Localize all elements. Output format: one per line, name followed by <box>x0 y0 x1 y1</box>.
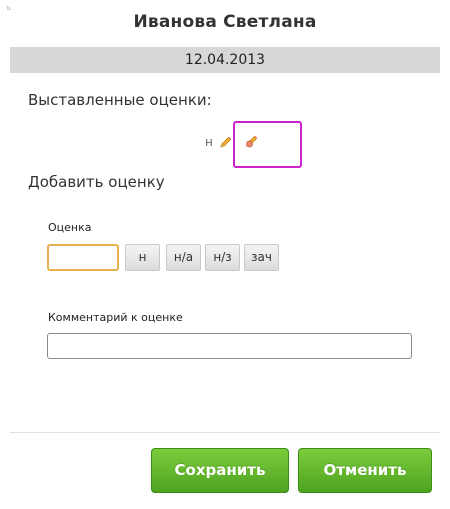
student-name: Иванова Светлана <box>133 12 317 32</box>
existing-grade-item: н <box>205 133 232 151</box>
cancel-button[interactable]: Отменить <box>298 448 432 493</box>
comment-input[interactable] <box>47 333 412 359</box>
grade-option-na-button[interactable]: н/а <box>166 244 201 271</box>
comment-field-label: Комментарий к оценке <box>48 311 183 324</box>
add-grade-heading: Добавить оценку <box>28 173 165 191</box>
grade-option-zach-button[interactable]: зач <box>244 244 279 271</box>
grade-field-label: Оценка <box>48 221 92 234</box>
selected-grade-highlight[interactable] <box>233 121 302 168</box>
grade-dialog: ъ Иванова Светлана 12.04.2013 Выставленн… <box>0 0 450 509</box>
grade-option-nz-button[interactable]: н/з <box>205 244 240 271</box>
grade-input[interactable] <box>47 244 119 271</box>
edit-grade-pencil-icon[interactable] <box>219 136 232 149</box>
grade-option-n-button[interactable]: н <box>125 244 160 271</box>
footer-divider <box>10 432 440 433</box>
lesson-date: 12.04.2013 <box>10 47 440 73</box>
existing-grades-heading: Выставленные оценки: <box>28 91 212 109</box>
edit-grade-eraser-icon[interactable] <box>245 135 258 148</box>
save-button[interactable]: Сохранить <box>151 448 289 493</box>
existing-grade-value: н <box>205 135 213 149</box>
corner-mark: ъ <box>6 4 11 12</box>
